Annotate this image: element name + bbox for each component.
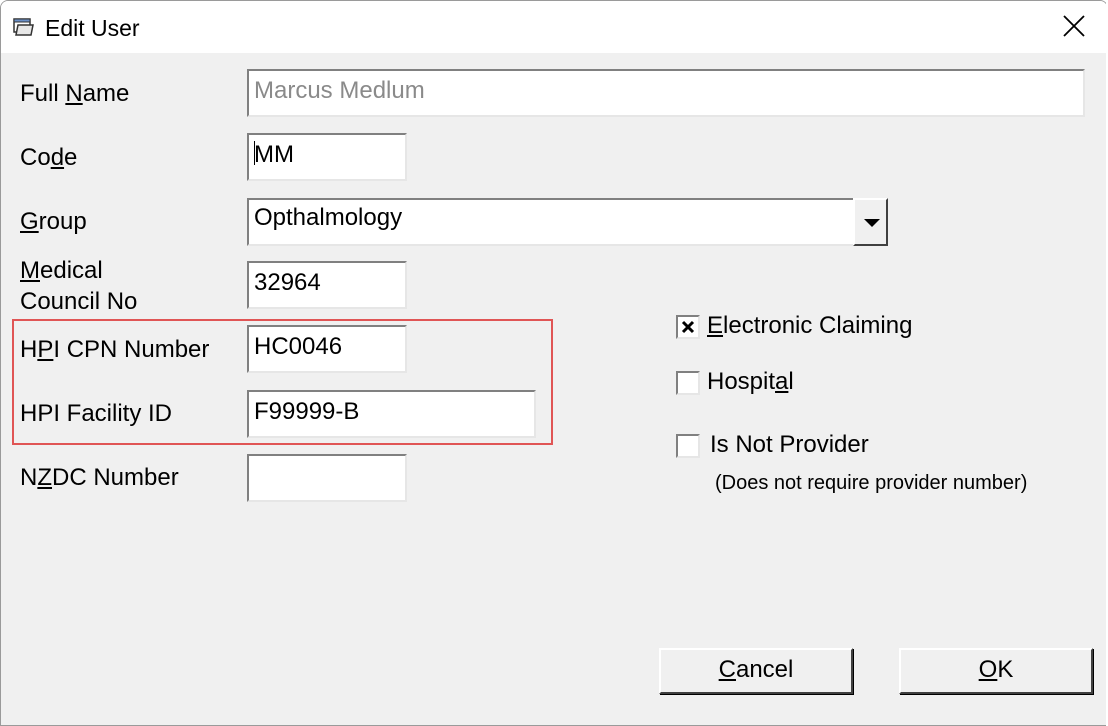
ok-button[interactable]: OK <box>899 648 1093 694</box>
is-not-provider-checkbox[interactable] <box>676 434 700 458</box>
close-button[interactable] <box>1041 1 1107 53</box>
code-value: MM <box>254 141 294 168</box>
is-not-provider-label[interactable]: Is Not Provider <box>710 430 869 460</box>
full-name-input[interactable]: Marcus Medlum <box>247 69 1085 117</box>
close-icon <box>1063 15 1085 37</box>
group-select[interactable]: Opthalmology <box>247 198 855 246</box>
hpi-facility-label: HPI Facility ID <box>20 400 173 427</box>
hpi-cpn-input[interactable]: HC0046 <box>247 325 407 373</box>
title-bar[interactable]: Edit User <box>1 1 1107 53</box>
window-title: Edit User <box>45 15 140 41</box>
is-not-provider-note: (Does not require provider number) <box>715 472 1028 494</box>
window-folder-icon <box>13 17 35 37</box>
nzdc-input[interactable] <box>247 454 407 502</box>
hospital-checkbox[interactable] <box>676 371 700 395</box>
group-label: Group <box>20 208 87 235</box>
medical-council-input[interactable]: 32964 <box>247 261 407 309</box>
nzdc-label: NZDC Number <box>20 464 179 491</box>
code-input[interactable]: MM <box>247 133 407 181</box>
electronic-claiming-label[interactable]: Electronic Claiming <box>707 311 912 341</box>
hpi-facility-input[interactable]: F99999-B <box>247 390 536 438</box>
electronic-claiming-checkbox[interactable] <box>676 315 700 339</box>
full-name-label: Full Name <box>20 80 130 107</box>
hospital-label[interactable]: Hospital <box>707 367 794 397</box>
medical-council-label: Medical Council No <box>20 257 138 315</box>
dropdown-arrow-icon <box>864 219 880 227</box>
group-dropdown-button[interactable] <box>853 198 888 246</box>
edit-user-dialog: Edit User Full Name Marcus Medlum Code M… <box>0 0 1108 726</box>
code-label: Code <box>20 144 78 171</box>
hpi-cpn-label: HPI CPN Number <box>20 336 210 363</box>
cancel-button[interactable]: Cancel <box>659 648 853 694</box>
check-mark-icon <box>681 320 695 334</box>
